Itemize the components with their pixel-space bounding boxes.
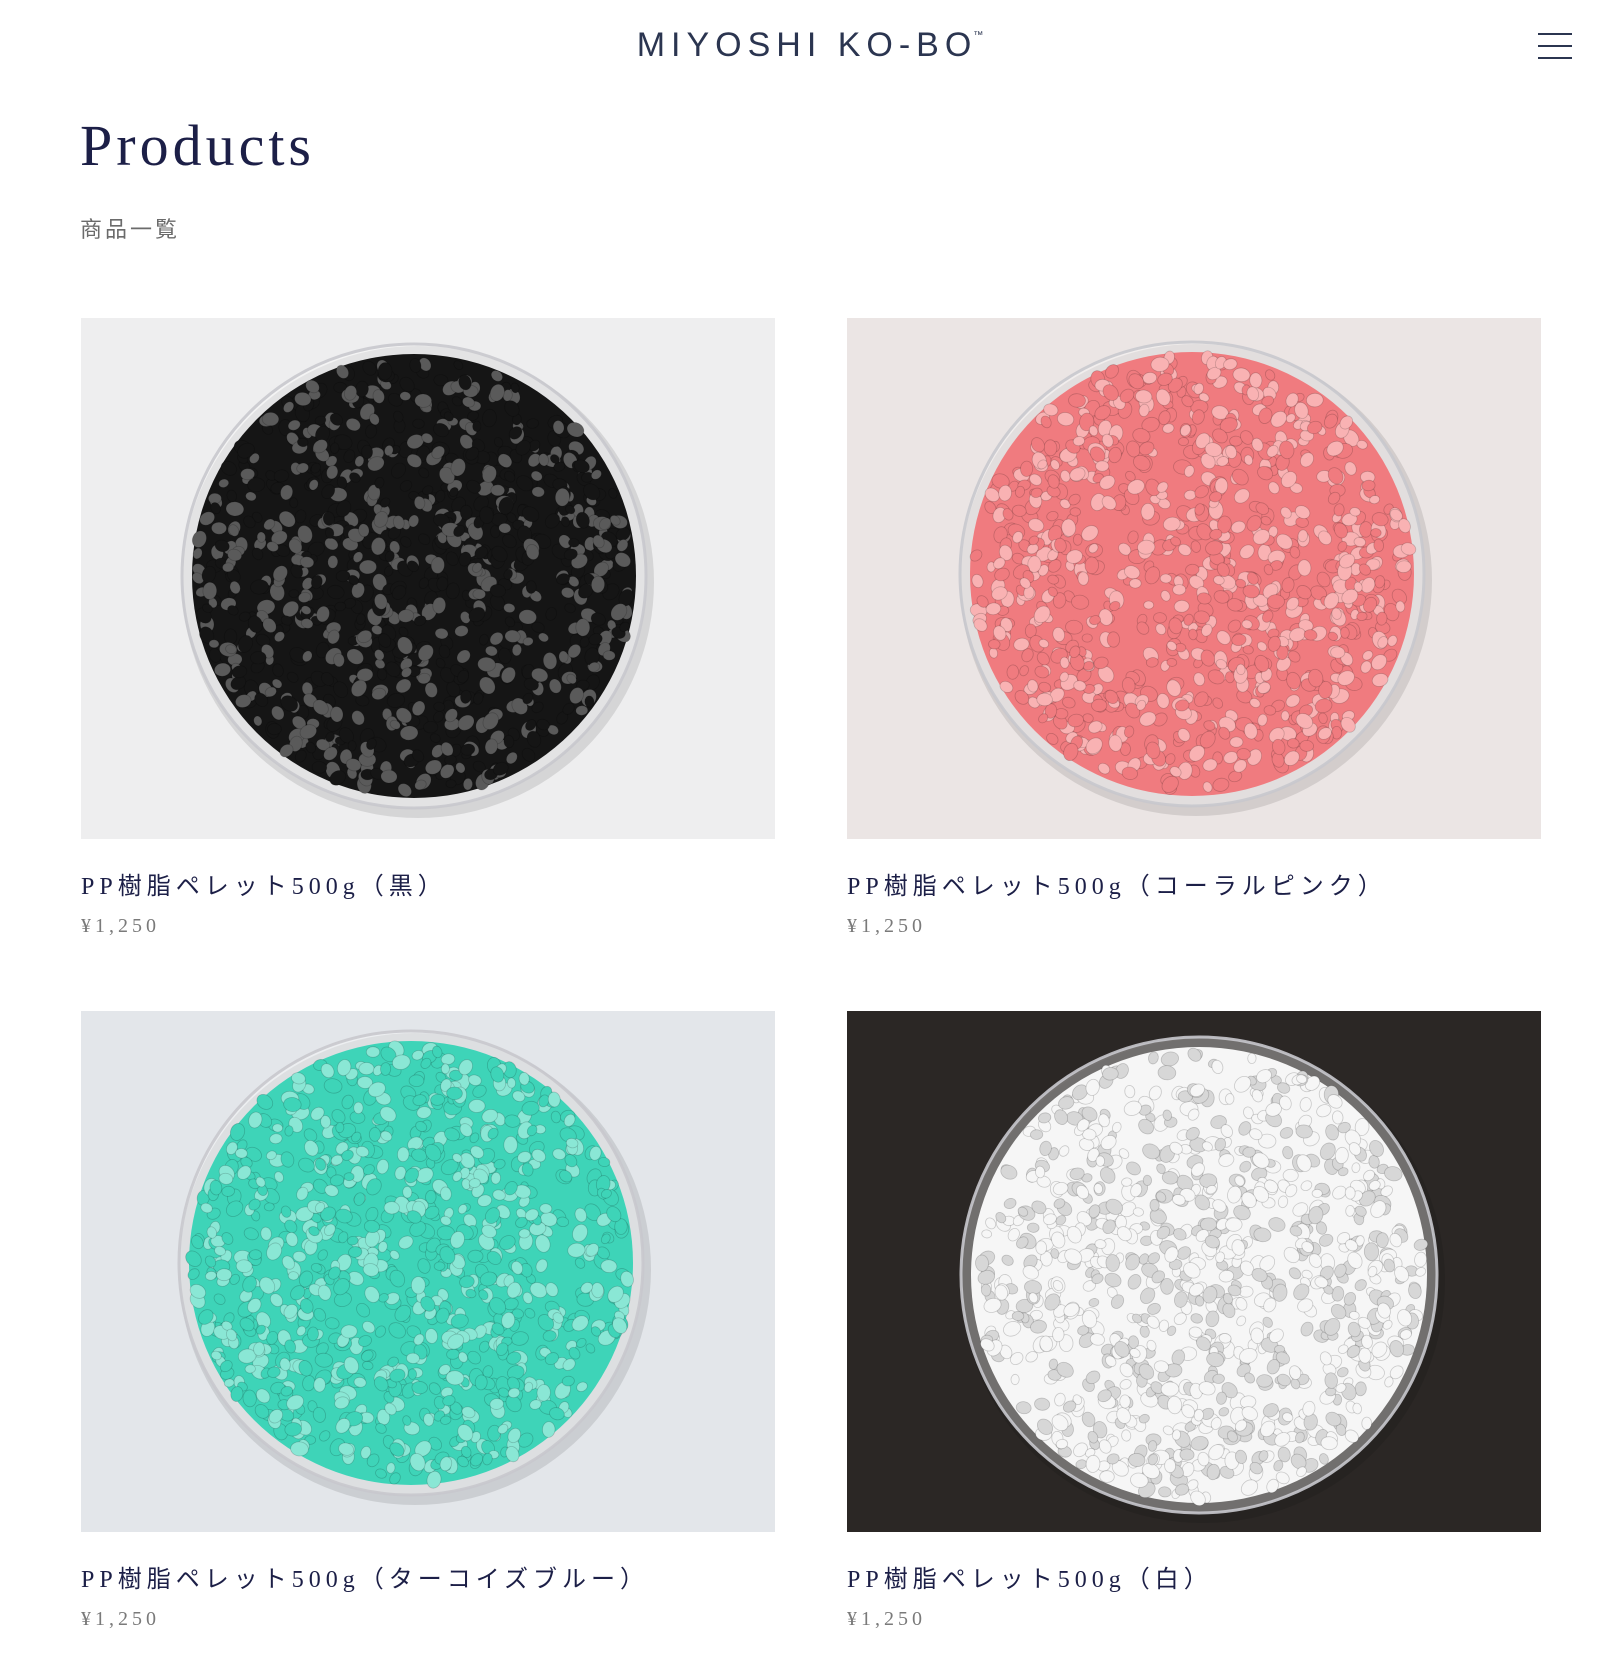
product-card-black[interactable]: PP樹脂ペレット500g（黒） ¥1,250 bbox=[81, 318, 775, 937]
product-image-turquoise-blue[interactable] bbox=[81, 1011, 775, 1532]
hamburger-menu-icon[interactable] bbox=[1538, 31, 1572, 61]
product-price: ¥1,250 bbox=[81, 1608, 160, 1630]
pellet-dish-illustration bbox=[81, 1011, 775, 1532]
pellet-dish-illustration bbox=[847, 318, 1541, 839]
product-name[interactable]: PP樹脂ペレット500g（コーラルピンク） bbox=[847, 866, 1387, 901]
page-subtitle: 商品一覧 bbox=[80, 217, 181, 242]
product-card-turquoise-blue[interactable]: PP樹脂ペレット500g（ターコイズブルー） ¥1,250 bbox=[81, 1011, 775, 1630]
product-image-black[interactable] bbox=[81, 318, 775, 839]
pellet-dish-illustration bbox=[81, 318, 775, 839]
product-name[interactable]: PP樹脂ペレット500g（白） bbox=[847, 1559, 1213, 1594]
site-header: MIYOSHI KO-BO™ bbox=[0, 0, 1620, 96]
product-price: ¥1,250 bbox=[847, 915, 926, 937]
product-image-white[interactable] bbox=[847, 1011, 1541, 1532]
product-name[interactable]: PP樹脂ペレット500g（黒） bbox=[81, 866, 447, 901]
trademark-mark: ™ bbox=[973, 30, 984, 41]
product-price: ¥1,250 bbox=[81, 915, 160, 937]
product-card-white[interactable]: PP樹脂ペレット500g（白） ¥1,250 bbox=[847, 1011, 1541, 1630]
product-price: ¥1,250 bbox=[847, 1608, 926, 1630]
product-name[interactable]: PP樹脂ペレット500g（ターコイズブルー） bbox=[81, 1559, 649, 1594]
brand-logo[interactable]: MIYOSHI KO-BO™ bbox=[0, 26, 1620, 65]
product-image-coral-pink[interactable] bbox=[847, 318, 1541, 839]
pellet-dish-illustration bbox=[847, 1011, 1541, 1532]
brand-name: MIYOSHI KO-BO bbox=[636, 26, 978, 64]
page-title: Products bbox=[80, 113, 315, 178]
product-card-coral-pink[interactable]: PP樹脂ペレット500g（コーラルピンク） ¥1,250 bbox=[847, 318, 1541, 937]
